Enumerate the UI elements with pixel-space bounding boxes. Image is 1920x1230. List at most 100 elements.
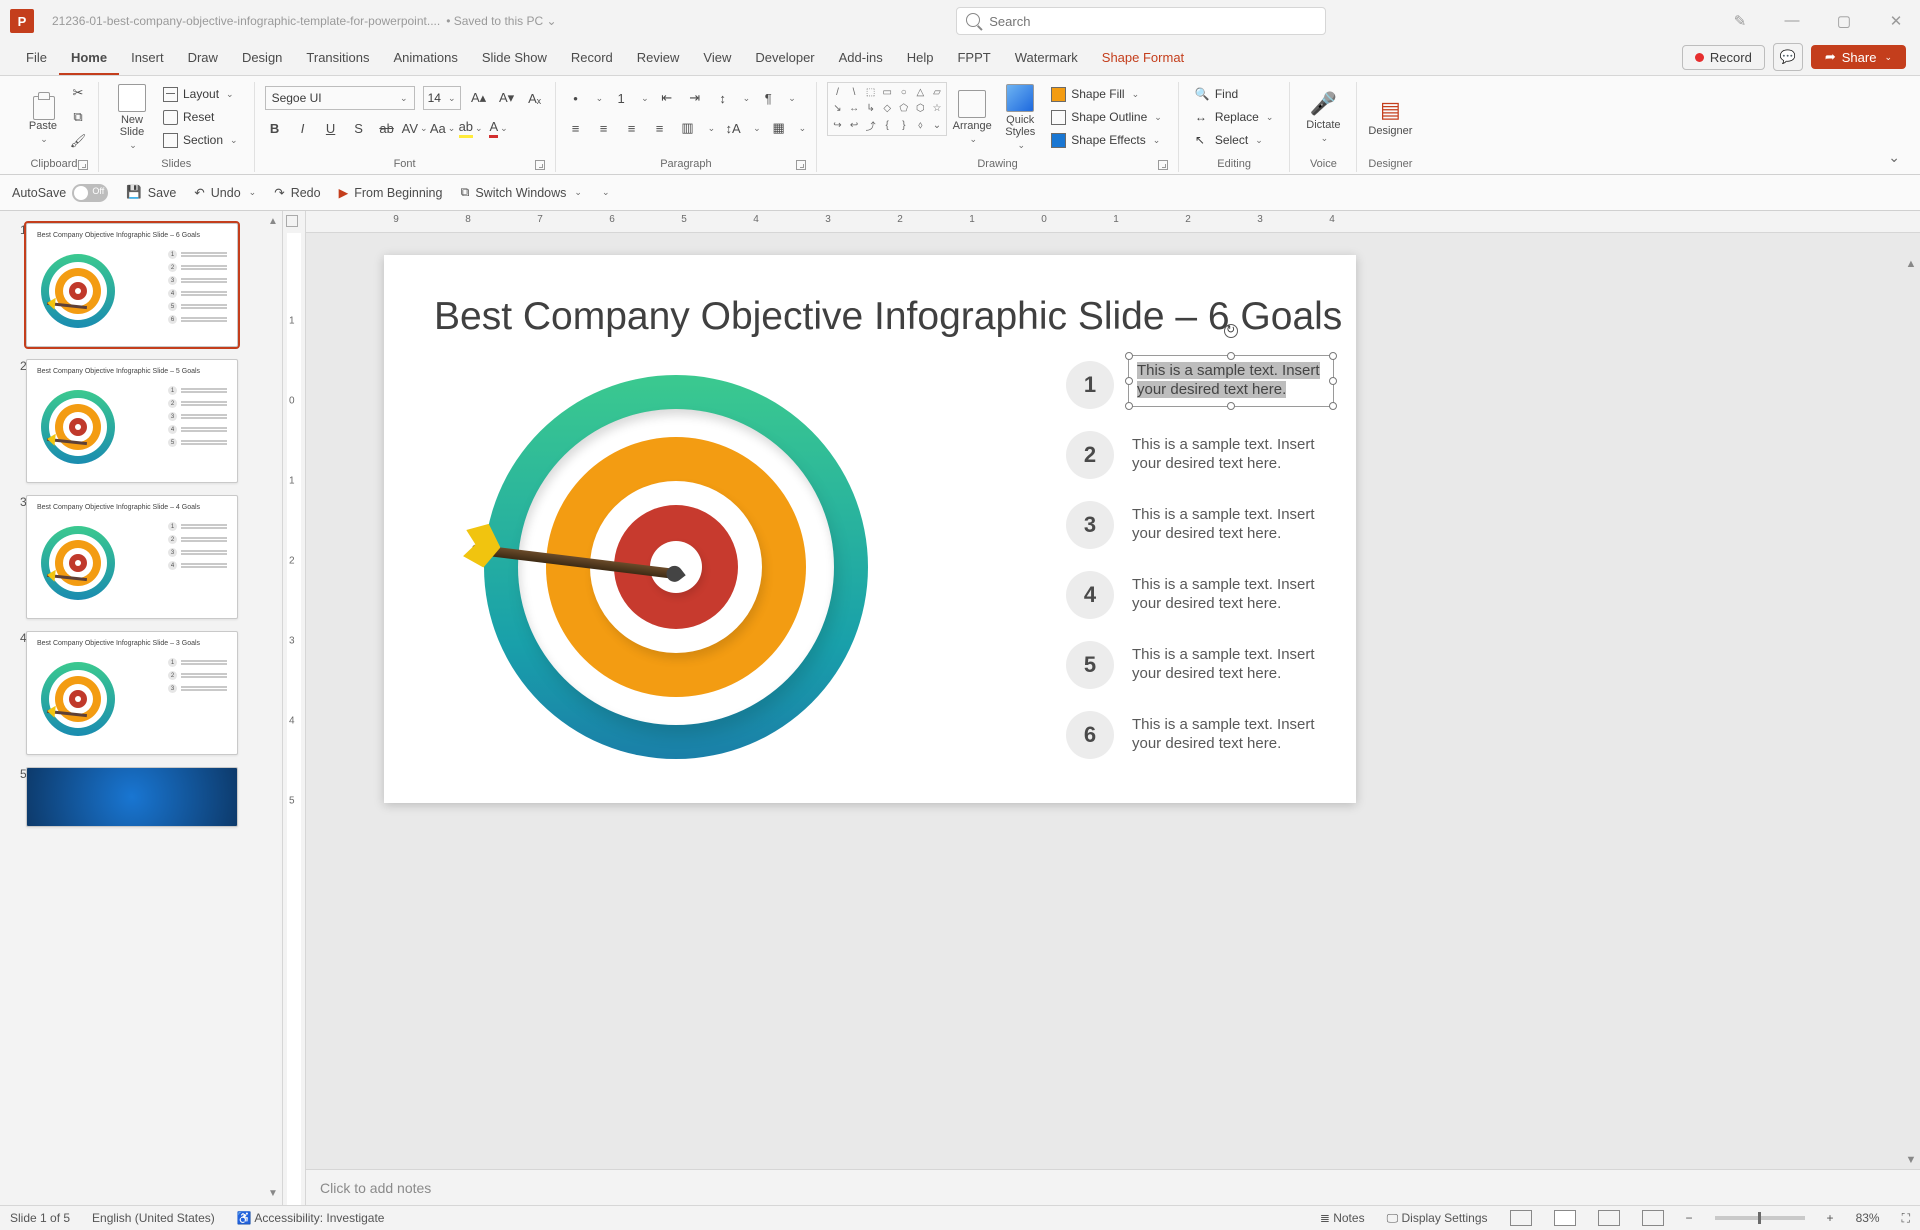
shape-outline-button[interactable]: Shape Outline⌄ xyxy=(1045,108,1168,127)
decrease-indent-button[interactable]: ⇤ xyxy=(657,88,677,108)
from-beginning-button[interactable]: ▶From Beginning xyxy=(339,185,443,200)
copy-button[interactable]: ⧉ xyxy=(68,107,88,127)
shrink-font-button[interactable]: A▾ xyxy=(497,88,517,108)
shape-fill-button[interactable]: Shape Fill⌄ xyxy=(1045,85,1168,104)
bold-button[interactable]: B xyxy=(265,118,285,138)
sorter-view-button[interactable] xyxy=(1554,1210,1576,1226)
notes-toggle[interactable]: ≣ Notes xyxy=(1320,1211,1365,1225)
tab-transitions[interactable]: Transitions xyxy=(294,43,381,75)
tab-animations[interactable]: Animations xyxy=(382,43,470,75)
font-size-combo[interactable]: 14⌄ xyxy=(423,86,461,110)
maximize-button[interactable]: ▢ xyxy=(1830,12,1858,30)
designer-button[interactable]: ▤Designer xyxy=(1367,82,1413,152)
char-spacing-button[interactable]: AV⌄ xyxy=(405,118,425,138)
tab-insert[interactable]: Insert xyxy=(119,43,176,75)
font-name-combo[interactable]: Segoe UI⌄ xyxy=(265,86,415,110)
goal-text[interactable]: This is a sample text. Insert your desir… xyxy=(1129,356,1333,406)
accessibility-status[interactable]: ♿ Accessibility: Investigate xyxy=(237,1211,385,1225)
clear-format-button[interactable]: Aₓ xyxy=(525,88,545,108)
layout-button[interactable]: Layout⌄ xyxy=(157,85,244,104)
undo-button[interactable]: ↶Undo⌄ xyxy=(194,185,256,200)
clipboard-launcher[interactable] xyxy=(78,160,88,170)
justify-button[interactable]: ≡ xyxy=(650,118,670,138)
goal-text[interactable]: This is a sample text. Insert your desir… xyxy=(1132,506,1320,544)
slide-title[interactable]: Best Company Objective Infographic Slide… xyxy=(434,295,1342,339)
increase-indent-button[interactable]: ⇥ xyxy=(685,88,705,108)
rotate-handle-icon[interactable] xyxy=(1224,324,1238,338)
format-painter-button[interactable]: 🖌 xyxy=(68,131,88,151)
highlight-button[interactable]: ab⌄ xyxy=(461,118,481,138)
tab-record[interactable]: Record xyxy=(559,43,625,75)
arrange-button[interactable]: Arrange⌄ xyxy=(949,82,995,152)
tab-view[interactable]: View xyxy=(691,43,743,75)
shadow-button[interactable]: S xyxy=(349,118,369,138)
thumbnails-scrollbar[interactable]: ▲ ▼ xyxy=(266,215,280,1201)
resize-handle[interactable] xyxy=(1125,402,1133,410)
slide-thumbnail-3[interactable]: Best Company Objective Infographic Slide… xyxy=(26,495,238,619)
font-color-button[interactable]: A⌄ xyxy=(489,118,509,138)
tab-home[interactable]: Home xyxy=(59,43,119,75)
quick-styles-button[interactable]: Quick Styles⌄ xyxy=(997,82,1043,152)
draw-mode-icon[interactable]: ✎ xyxy=(1726,12,1754,30)
find-button[interactable]: 🔍Find xyxy=(1189,85,1280,104)
slide-counter[interactable]: Slide 1 of 5 xyxy=(10,1211,70,1225)
target-graphic[interactable] xyxy=(484,375,868,759)
minimize-button[interactable]: — xyxy=(1778,12,1806,30)
autosave-toggle[interactable]: AutoSave xyxy=(12,184,108,202)
close-button[interactable]: ✕ xyxy=(1882,12,1910,30)
replace-button[interactable]: ↔Replace⌄ xyxy=(1189,108,1280,127)
ribbon-collapse-button[interactable]: ⌄ xyxy=(1878,143,1910,172)
goal-number-circle[interactable]: 3 xyxy=(1066,501,1114,549)
columns-button[interactable]: ▥ xyxy=(678,118,698,138)
goal-text[interactable]: This is a sample text. Insert your desir… xyxy=(1132,716,1320,754)
reading-view-button[interactable] xyxy=(1598,1210,1620,1226)
slide-thumbnail-1[interactable]: Best Company Objective Infographic Slide… xyxy=(26,223,238,347)
canvas-inner[interactable]: Best Company Objective Infographic Slide… xyxy=(306,233,1920,1169)
grow-font-button[interactable]: A▴ xyxy=(469,88,489,108)
goal-number-circle[interactable]: 4 xyxy=(1066,571,1114,619)
line-spacing-button[interactable]: ↕ xyxy=(713,88,733,108)
comments-button[interactable]: 💬 xyxy=(1773,43,1803,71)
tab-help[interactable]: Help xyxy=(895,43,946,75)
paste-button[interactable]: Paste ⌄ xyxy=(20,82,66,152)
selected-textbox[interactable]: This is a sample text. Insert your desir… xyxy=(1128,355,1334,407)
zoom-in-button[interactable]: + xyxy=(1827,1211,1834,1225)
scroll-up-icon[interactable]: ▲ xyxy=(1902,255,1920,273)
normal-view-button[interactable] xyxy=(1510,1210,1532,1226)
slide-thumbnail-2[interactable]: Best Company Objective Infographic Slide… xyxy=(26,359,238,483)
change-case-button[interactable]: Aa⌄ xyxy=(433,118,453,138)
underline-button[interactable]: U xyxy=(321,118,341,138)
record-button[interactable]: Record xyxy=(1682,45,1765,70)
goal-number-circle[interactable]: 2 xyxy=(1066,431,1114,479)
slideshow-view-button[interactable] xyxy=(1642,1210,1664,1226)
tab-review[interactable]: Review xyxy=(625,43,692,75)
resize-handle[interactable] xyxy=(1125,377,1133,385)
shape-effects-button[interactable]: Shape Effects⌄ xyxy=(1045,131,1168,150)
strike-button[interactable]: ab xyxy=(377,118,397,138)
align-right-button[interactable]: ≡ xyxy=(622,118,642,138)
resize-handle[interactable] xyxy=(1329,377,1337,385)
zoom-slider[interactable] xyxy=(1715,1216,1805,1220)
share-button[interactable]: ➦Share⌄ xyxy=(1811,45,1906,69)
search-input[interactable] xyxy=(956,7,1326,35)
new-slide-button[interactable]: New Slide⌄ xyxy=(109,82,155,152)
goal-text[interactable]: This is a sample text. Insert your desir… xyxy=(1132,576,1320,614)
reset-button[interactable]: Reset xyxy=(157,108,244,127)
canvas-scrollbar[interactable]: ▲ ▼ xyxy=(1902,255,1920,1169)
goal-number-circle[interactable]: 5 xyxy=(1066,641,1114,689)
resize-handle[interactable] xyxy=(1125,352,1133,360)
italic-button[interactable]: I xyxy=(293,118,313,138)
shapes-gallery[interactable]: /\⬚▭○△▱ ↘↔↳◇⬠⬡☆ ↪↩⤴{}⬨⌄ xyxy=(827,82,947,136)
paragraph-launcher[interactable] xyxy=(796,160,806,170)
goal-text[interactable]: This is a sample text. Insert your desir… xyxy=(1132,436,1320,474)
font-launcher[interactable] xyxy=(535,160,545,170)
language-status[interactable]: English (United States) xyxy=(92,1211,215,1225)
drawing-launcher[interactable] xyxy=(1158,160,1168,170)
tab-draw[interactable]: Draw xyxy=(176,43,230,75)
tab-watermark[interactable]: Watermark xyxy=(1003,43,1090,75)
align-text-button[interactable]: ↕A xyxy=(723,118,743,138)
fit-to-window-button[interactable]: ⛶ xyxy=(1902,1211,1910,1226)
select-button[interactable]: ↖Select⌄ xyxy=(1189,131,1280,150)
zoom-level[interactable]: 83% xyxy=(1856,1211,1880,1225)
resize-handle[interactable] xyxy=(1329,402,1337,410)
